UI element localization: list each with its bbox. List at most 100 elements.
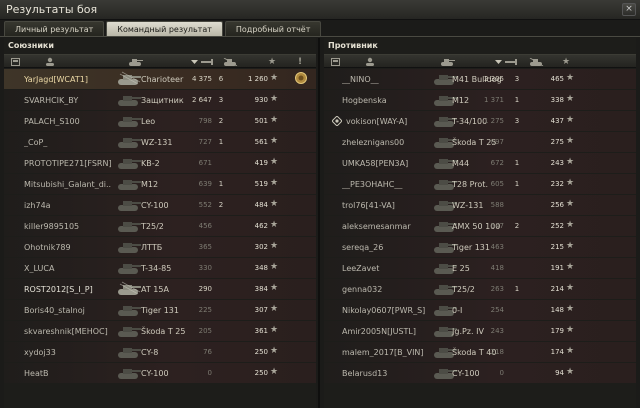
xp-star-icon[interactable]: ★ [266, 56, 278, 67]
tab-personal-result[interactable]: Личный результат [4, 21, 105, 36]
damage-value: 4 375 [191, 75, 212, 83]
player-name: skvareshnik[MEHOC] [24, 327, 108, 336]
xp-value: 384 [254, 285, 268, 293]
table-row[interactable]: sereqa_26 Tiger 131 463 215 ★ [324, 237, 636, 257]
table-row[interactable]: SVARHCIK_BY Защитник 2 647 3 930 ★ [4, 90, 316, 110]
table-row[interactable]: Belarusd13 CY-100 0 94 ★ [324, 363, 636, 383]
damage-value: 76 [203, 348, 212, 356]
xp-value: 930 [254, 96, 268, 104]
table-row[interactable]: Boris40_stalnoj Tiger 131 225 307 ★ [4, 300, 316, 320]
table-row[interactable]: zheleznigans00 Škoda T 25 897 275 ★ [324, 132, 636, 152]
damage-icon[interactable] [200, 56, 214, 67]
tab-team-result[interactable]: Командный результат [106, 21, 223, 36]
kills-icon[interactable] [528, 56, 544, 67]
xp-star-icon: ★ [270, 304, 279, 314]
kills-icon[interactable] [222, 56, 238, 67]
damage-value: 552 [198, 201, 212, 209]
xp-star-icon: ★ [566, 157, 575, 167]
sort-arrow-icon[interactable] [492, 56, 504, 67]
table-row[interactable]: _CoP_ WZ-131 727 1 561 ★ [4, 132, 316, 152]
damage-value: 639 [198, 180, 212, 188]
table-row[interactable]: trol76[41-VA] WZ-131 588 256 ★ [324, 195, 636, 215]
table-row[interactable]: PROTOTIPE271[FSRN] KB-2 671 419 ★ [4, 153, 316, 173]
vehicle-class-icon[interactable] [330, 56, 340, 67]
table-row[interactable]: PALACH_S100 Leo 798 2 501 ★ [4, 111, 316, 131]
table-row[interactable]: HeatB CY-100 0 250 ★ [4, 363, 316, 383]
xp-value: 215 [550, 243, 564, 251]
table-row[interactable]: skvareshnik[MEHOC] Škoda T 25 205 361 ★ [4, 321, 316, 341]
table-row[interactable]: killer9895105 T25/2 456 462 ★ [4, 216, 316, 236]
player-name: __NINO__ [342, 75, 379, 84]
vehicle-class-icon[interactable] [10, 56, 20, 67]
player-name: vokison[WAY-A] [346, 117, 408, 126]
damage-value: 463 [490, 243, 504, 251]
tank-icon[interactable] [438, 56, 456, 67]
xp-star-icon: ★ [270, 325, 279, 335]
table-row[interactable]: izh74a CY-100 552 2 484 ★ [4, 195, 316, 215]
vehicle-name: T25/2 [452, 285, 475, 294]
table-row[interactable]: ROST2012[S_I_P] AT 15A 290 384 ★ [4, 279, 316, 299]
table-row[interactable]: Amir2005N[JUSTL] Jg.Pz. IV 243 179 ★ [324, 321, 636, 341]
vehicle-name: 0-I [452, 306, 463, 315]
table-row[interactable]: Ohotnik789 ЛТТБ 365 302 ★ [4, 237, 316, 257]
player-icon[interactable] [44, 56, 56, 67]
xp-star-icon: ★ [566, 304, 575, 314]
table-row[interactable]: Nikolay0607[PWR_S] 0-I 254 148 ★ [324, 300, 636, 320]
xp-star-icon: ★ [270, 283, 279, 293]
damage-icon[interactable] [504, 56, 518, 67]
table-row[interactable]: malem_2017[B_VIN] Škoda T 40 218 174 ★ [324, 342, 636, 362]
xp-value: 361 [254, 327, 268, 335]
damage-value: 418 [490, 264, 504, 272]
table-row[interactable]: Hogbenska M12 1 371 1 338 ★ [324, 90, 636, 110]
vehicle-name: AT 15A [141, 285, 169, 294]
player-name: PROTOTIPE271[FSRN] [24, 159, 112, 168]
vehicle-name: CY-100 [452, 369, 480, 378]
xp-star-icon: ★ [566, 283, 575, 293]
medal-column-icon[interactable]: ! [296, 56, 304, 67]
tab-detailed-report[interactable]: Подробный отчёт [224, 21, 322, 36]
table-row[interactable]: genna032 T25/2 263 1 214 ★ [324, 279, 636, 299]
table-row[interactable]: vokison[WAY-A] T-34/100 1 275 3 437 ★ [324, 111, 636, 131]
sort-arrow-icon[interactable] [188, 56, 200, 67]
vehicle-icon [116, 364, 142, 381]
xp-star-icon: ★ [270, 157, 279, 167]
medal-icon[interactable] [294, 71, 308, 85]
damage-value: 456 [198, 222, 212, 230]
xp-star-icon[interactable]: ★ [560, 56, 572, 67]
damage-value: 2 305 [483, 75, 504, 83]
damage-value: 0 [499, 369, 504, 377]
damage-value: 1 275 [483, 117, 504, 125]
allies-panel: Союзники ★ ! YarJagd[WCAT1] Charioteer 4 3… [4, 38, 316, 408]
table-row[interactable]: __PE3OHAHC__ T28 Prot. 605 1 232 ★ [324, 174, 636, 194]
xp-value: 256 [550, 201, 564, 209]
player-name: Boris40_stalnoj [24, 306, 85, 315]
tank-icon[interactable] [126, 56, 144, 67]
table-row[interactable]: X_LUCA T-34-85 330 348 ★ [4, 258, 316, 278]
player-icon[interactable] [364, 56, 376, 67]
tab-divider [0, 36, 640, 37]
xp-value: 250 [254, 348, 268, 356]
table-row[interactable]: __NINO__ M41 Bulldog 2 305 3 465 ★ [324, 69, 636, 89]
vehicle-name: Tiger 131 [141, 306, 179, 315]
player-name: Belarusd13 [342, 369, 388, 378]
kills-value: 1 [514, 96, 520, 104]
xp-star-icon: ★ [270, 241, 279, 251]
xp-star-icon: ★ [270, 367, 279, 377]
damage-value: 671 [198, 159, 212, 167]
table-row[interactable]: xydoj33 CY-8 76 250 ★ [4, 342, 316, 362]
close-icon[interactable]: × [622, 3, 636, 16]
vehicle-name: CY-100 [141, 201, 169, 210]
table-row[interactable]: Mitsubishi_Galant_di.. M12 639 1 519 ★ [4, 174, 316, 194]
table-row[interactable]: UMKA58[PEN3A] M44 672 1 243 ★ [324, 153, 636, 173]
vehicle-name: M12 [141, 180, 159, 189]
damage-value: 672 [490, 159, 504, 167]
enemies-panel: Противник ★ __NINO__ M41 Bulldog 2 305 3 465… [324, 38, 636, 408]
table-row[interactable]: YarJagd[WCAT1] Charioteer 4 375 6 1 260 ★ [4, 69, 316, 89]
kills-value: 3 [514, 75, 520, 83]
kills-value: 3 [514, 117, 520, 125]
table-row[interactable]: LeeZavet E 25 418 191 ★ [324, 258, 636, 278]
xp-star-icon: ★ [566, 178, 575, 188]
table-row[interactable]: aleksemesanmar AMX 50 100 547 2 252 ★ [324, 216, 636, 236]
xp-star-icon: ★ [566, 367, 575, 377]
player-name: Amir2005N[JUSTL] [342, 327, 416, 336]
